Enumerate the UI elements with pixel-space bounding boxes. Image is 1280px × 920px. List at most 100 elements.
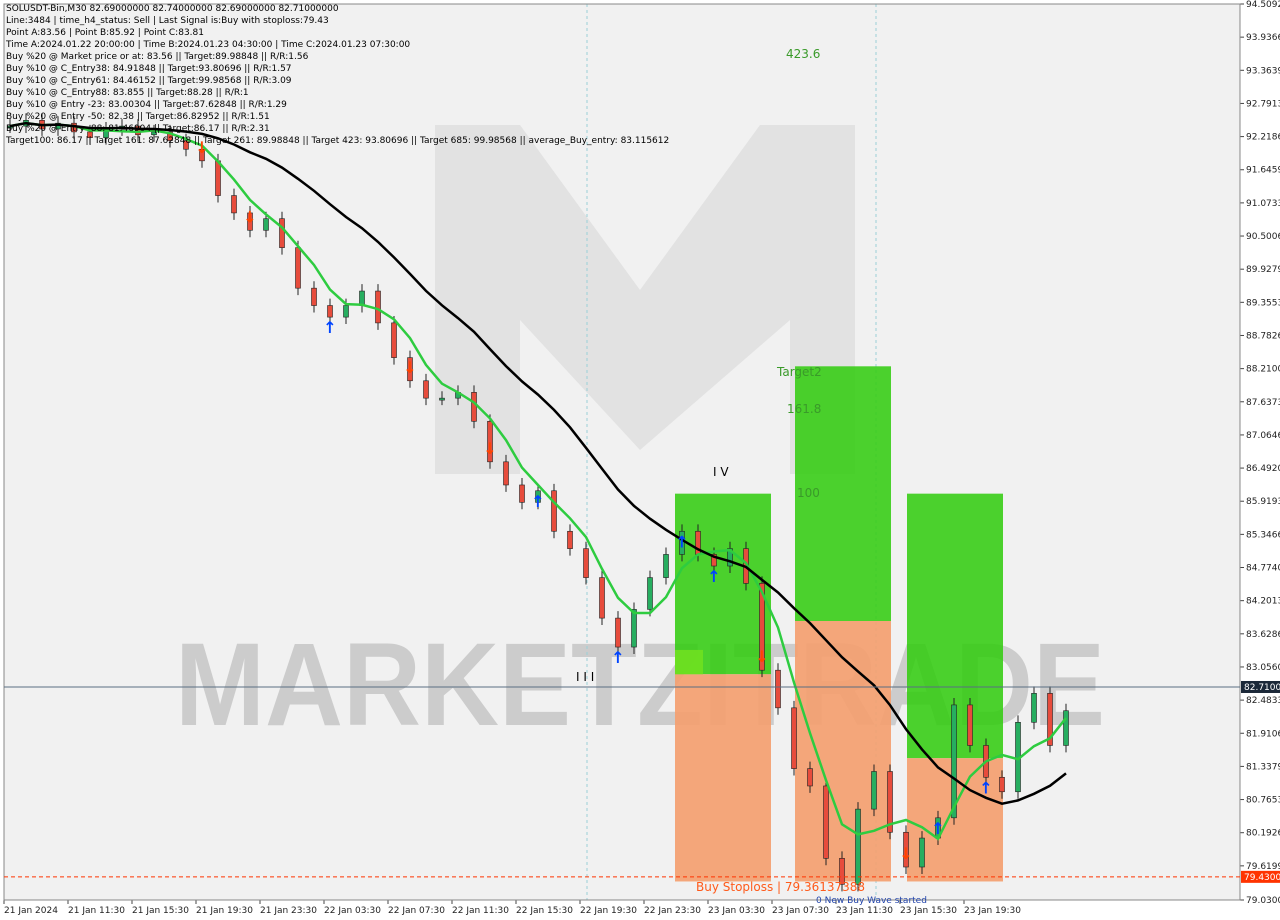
candle-body xyxy=(647,577,653,610)
y-tick-label: 85.3466 xyxy=(1246,530,1280,540)
candle-body xyxy=(215,160,221,196)
candle-body xyxy=(423,380,429,399)
y-tick-label: 93.9366 xyxy=(1246,33,1280,43)
candle-body xyxy=(807,768,813,787)
info-line: Buy %20 @ Entry -88: 81.46904 || Target:… xyxy=(6,124,270,134)
candle-body xyxy=(439,397,445,401)
y-tick-label: 90.5006 xyxy=(1246,232,1280,242)
candle-body xyxy=(519,484,525,503)
info-line: Buy %10 @ C_Entry38: 84.91848 || Target:… xyxy=(6,64,292,74)
target-423-label: 423.6 xyxy=(786,47,820,61)
target-100-label: 100 xyxy=(797,486,820,500)
x-tick-label: 22 Jan 19:30 xyxy=(580,906,637,916)
candle-body xyxy=(919,837,925,868)
y-tick-label: 84.7740 xyxy=(1246,564,1280,574)
info-line: Time A:2024.01.22 20:00:00 | Time B:2024… xyxy=(6,40,411,50)
sell-arrow-icon: ↓ xyxy=(243,207,256,226)
entry-zone-highlight xyxy=(675,649,703,675)
y-tick-label: 81.3379 xyxy=(1246,762,1280,772)
candle-body xyxy=(599,577,605,619)
wave-label: I I I xyxy=(576,670,594,684)
y-tick-label: 91.0733 xyxy=(1246,199,1280,209)
candle-body xyxy=(951,704,957,819)
y-tick-label: 92.2186 xyxy=(1246,133,1280,143)
target2-label: Target2 xyxy=(776,365,822,379)
x-tick-label: 22 Jan 23:30 xyxy=(644,906,701,916)
info-line: Buy %10 @ Entry -23: 83.00304 || Target:… xyxy=(6,100,287,110)
candle-body xyxy=(295,247,301,289)
candle-body xyxy=(551,490,557,532)
candle-body xyxy=(279,218,285,248)
info-line: Target100: 86.17 || Target 161: 87.62848… xyxy=(6,136,670,146)
x-tick-label: 21 Jan 2024 xyxy=(4,906,58,916)
y-tick-label: 94.5092 xyxy=(1246,0,1280,10)
x-tick-label: 21 Jan 23:30 xyxy=(260,906,317,916)
current-price-label: 82.7100 xyxy=(1244,683,1280,693)
y-tick-label: 80.1926 xyxy=(1246,829,1280,839)
candle-body xyxy=(967,704,973,746)
y-tick-label: 80.7653 xyxy=(1246,796,1280,806)
candle-body xyxy=(855,808,861,885)
info-line: Buy %10 @ C_Entry88: 83.855 || Target:88… xyxy=(6,88,249,98)
buy-arrow-icon: ↑ xyxy=(707,567,720,586)
stoploss-price-label: 79.4300 xyxy=(1244,873,1280,883)
y-tick-label: 86.4920 xyxy=(1246,464,1280,474)
y-tick-label: 81.9106 xyxy=(1246,729,1280,739)
candle-body xyxy=(1063,710,1069,746)
candle-body xyxy=(375,290,381,324)
sell-arrow-icon: ↓ xyxy=(899,844,912,863)
y-tick-label: 83.0560 xyxy=(1246,663,1280,673)
sell-arrow-icon: ↓ xyxy=(403,358,416,377)
y-tick-label: 89.9279 xyxy=(1246,265,1280,275)
new-buy-label: 0 New Buy Wave started xyxy=(816,896,927,906)
x-tick-label: 21 Jan 15:30 xyxy=(132,906,189,916)
buy-arrow-icon: ↑ xyxy=(979,778,992,797)
x-tick-label: 22 Jan 11:30 xyxy=(452,906,509,916)
candle-body xyxy=(871,771,877,810)
x-tick-label: 23 Jan 07:30 xyxy=(772,906,829,916)
info-line: Point A:83.56 | Point B:85.92 | Point C:… xyxy=(6,28,204,38)
info-line: Line:3484 | time_h4_status: Sell | Last … xyxy=(6,16,329,26)
x-tick-label: 22 Jan 07:30 xyxy=(388,906,445,916)
candle-body xyxy=(311,287,317,306)
info-line: Buy %20 @ Entry -50: 82.38 || Target:86.… xyxy=(6,112,270,122)
info-panel: SOLUSDT-Bin,M30 82.69000000 82.74000000 … xyxy=(6,3,669,147)
candle-body xyxy=(391,322,397,358)
candle-body xyxy=(231,195,237,214)
info-line: Buy %10 @ C_Entry61: 84.46152 || Target:… xyxy=(6,76,292,86)
y-tick-label: 87.6373 xyxy=(1246,398,1280,408)
candle-body xyxy=(263,218,269,231)
y-tick-label: 83.6286 xyxy=(1246,630,1280,640)
y-tick-label: 91.6459 xyxy=(1246,166,1280,176)
x-tick-label: 21 Jan 19:30 xyxy=(196,906,253,916)
target-161-label: 161.8 xyxy=(787,402,821,416)
candle-body xyxy=(663,554,669,578)
candle-body xyxy=(615,617,621,648)
x-tick-label: 23 Jan 19:30 xyxy=(964,906,1021,916)
candle-body xyxy=(471,392,477,422)
candle-body xyxy=(583,548,589,578)
buy-arrow-icon: ↑ xyxy=(323,318,336,337)
buy-arrow-icon: ↑ xyxy=(531,492,544,511)
candle-body xyxy=(343,305,349,318)
y-tick-label: 88.7826 xyxy=(1246,331,1280,341)
chart-area[interactable]: MARKETZITRADE 94.5092 93.9366 93.3639 92.791… xyxy=(0,0,1280,920)
y-tick-label: 84.2013 xyxy=(1246,597,1280,607)
candle-body xyxy=(791,707,797,769)
y-tick-label: 85.9193 xyxy=(1246,497,1280,507)
y-tick-label: 89.3553 xyxy=(1246,298,1280,308)
y-tick-label: 87.0646 xyxy=(1246,431,1280,441)
buy-arrow-icon: ↑ xyxy=(611,648,624,667)
buy-arrow-icon: ↑ xyxy=(1187,0,1200,4)
candle-body xyxy=(1031,693,1037,723)
candle-body xyxy=(359,290,365,306)
wave-label: I V xyxy=(713,465,729,479)
x-tick-label: 22 Jan 15:30 xyxy=(516,906,573,916)
x-tick-label: 23 Jan 11:30 xyxy=(836,906,893,916)
x-tick-label: 22 Jan 03:30 xyxy=(324,906,381,916)
buy-arrow-icon: ↑ xyxy=(931,819,944,838)
candle-body xyxy=(775,669,781,709)
y-tick-label: 79.6199 xyxy=(1246,862,1280,872)
candle-body xyxy=(503,461,509,486)
candle-body xyxy=(567,530,573,549)
